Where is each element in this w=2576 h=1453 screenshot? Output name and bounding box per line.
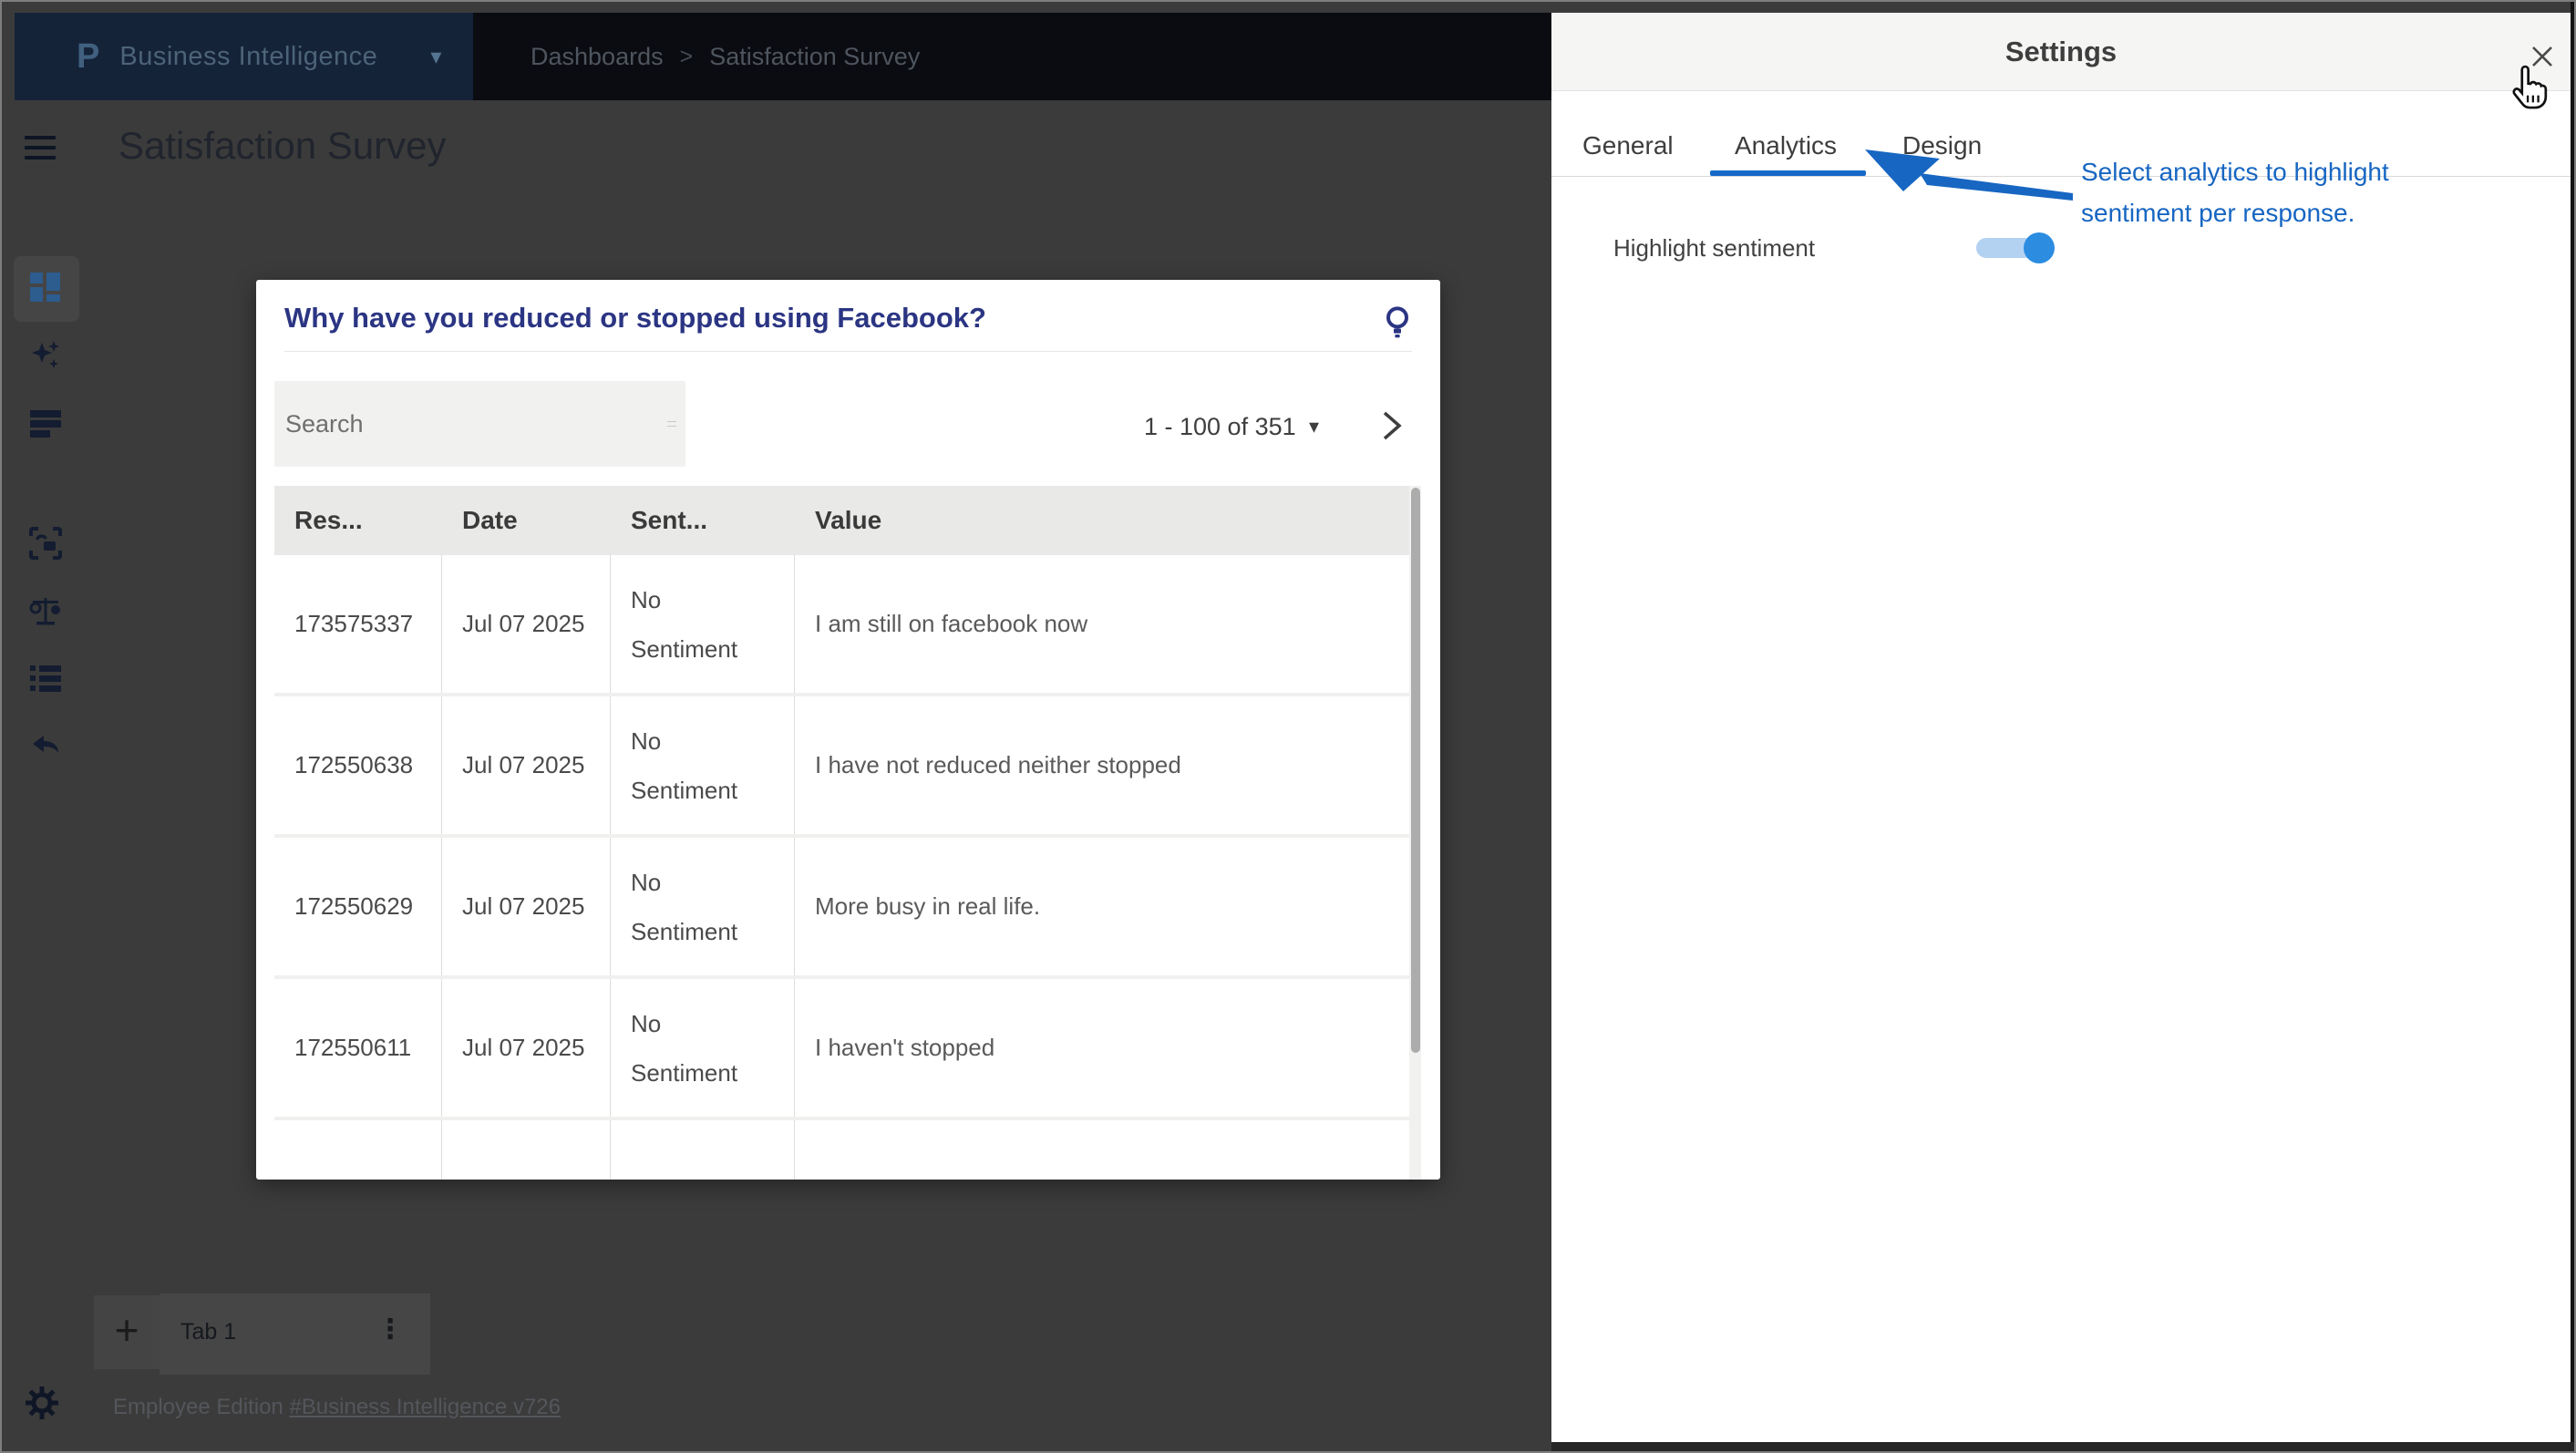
pagination-range: 1 - 100 of 351 <box>1144 411 1299 442</box>
breadcrumb-current: Satisfaction Survey <box>709 43 920 71</box>
pagination-caret-icon[interactable]: ▾ <box>1309 413 1319 440</box>
tab-analytics[interactable]: Analytics <box>1735 131 1837 160</box>
table-row[interactable]: 172550611 Jul 07 2025 NoSentiment I have… <box>274 979 1409 1120</box>
next-page-icon[interactable] <box>1377 406 1405 446</box>
toggle-knob[interactable] <box>2024 232 2055 263</box>
annotation-arrow-icon <box>1860 135 2087 217</box>
lightbulb-icon[interactable] <box>1383 305 1412 342</box>
scale-icon[interactable] <box>29 594 62 627</box>
cell-date: Jul 07 2025 <box>442 696 611 834</box>
page-title: Satisfaction Survey <box>118 124 447 168</box>
product-name: Business Intelligence <box>119 42 377 72</box>
widget-title: Why have you reduced or stopped using Fa… <box>284 302 1360 335</box>
scrollbar-thumb[interactable] <box>1411 488 1420 1053</box>
sparkles-icon[interactable] <box>29 339 62 372</box>
table-header-row: Res... Date Sent... Value <box>274 486 1409 555</box>
settings-title: Settings <box>1551 13 2571 91</box>
cell-value: I am still on facebook now <box>795 555 1409 693</box>
card-divider <box>284 351 1412 352</box>
breadcrumb-bar: Dashboards > Satisfaction Survey <box>473 13 1551 100</box>
menu-icon[interactable] <box>25 136 56 161</box>
cell-sentiment: NoSentiment <box>611 979 795 1117</box>
cell-value: I haven't stopped <box>795 979 1409 1117</box>
highlight-sentiment-toggle[interactable] <box>1976 238 2053 258</box>
cell-sentiment: NoSentiment <box>611 838 795 975</box>
table-scrollbar[interactable] <box>1409 486 1421 1180</box>
tab-1-label: Tab 1 <box>180 1319 236 1345</box>
cell-respondent: 172550629 <box>274 838 442 975</box>
window-edge <box>1551 1442 2576 1453</box>
table-row[interactable]: 172550629 Jul 07 2025 NoSentiment More b… <box>274 838 1409 979</box>
search-placeholder: Search <box>285 381 364 467</box>
close-icon[interactable] <box>2529 43 2556 70</box>
highlight-sentiment-label: Highlight sentiment <box>1613 232 1815 264</box>
edition-footer: Employee Edition #Business Intelligence … <box>113 1395 561 1420</box>
col-value[interactable]: Value <box>795 486 1409 555</box>
window-edge <box>2571 2 2576 1453</box>
cell-respondent: 173575337 <box>274 555 442 693</box>
cell-date: Jul 07 2025 <box>442 838 611 975</box>
table-row[interactable]: 172550638 Jul 07 2025 NoSentiment I have… <box>274 696 1409 838</box>
kebab-menu-icon[interactable]: ⋮ <box>376 1314 404 1345</box>
gear-icon[interactable] <box>26 1386 58 1419</box>
app-root: P Business Intelligence ▾ Dashboards > S… <box>0 0 2576 1453</box>
widget-card: Why have you reduced or stopped using Fa… <box>256 280 1440 1180</box>
cell-value: I have not reduced neither stopped <box>795 696 1409 834</box>
product-logo-icon: P <box>77 13 99 100</box>
cell-sentiment: NoSentiment <box>611 696 795 834</box>
resize-grip-icon <box>667 421 676 427</box>
settings-panel: Settings General Analytics Design Select… <box>1551 13 2571 1442</box>
cell-respondent: 172550611 <box>274 979 442 1117</box>
cell-date: Jul 07 2025 <box>442 979 611 1117</box>
cell-sentiment: NoSentiment <box>611 555 795 693</box>
undo-icon[interactable] <box>29 731 62 764</box>
breadcrumb-dashboards[interactable]: Dashboards <box>531 43 664 71</box>
cell-respondent: 172550638 <box>274 696 442 834</box>
responses-table: Res... Date Sent... Value 173575337 Jul … <box>274 486 1409 1180</box>
version-link[interactable]: #Business Intelligence v726 <box>289 1395 561 1419</box>
list-icon[interactable] <box>29 662 62 695</box>
cell-value: More busy in real life. <box>795 838 1409 975</box>
breadcrumb-separator-icon: > <box>680 44 694 70</box>
rows-icon[interactable] <box>29 407 62 439</box>
chevron-down-icon[interactable]: ▾ <box>430 44 441 70</box>
col-date[interactable]: Date <box>442 486 611 555</box>
add-tab-button[interactable]: + <box>94 1295 160 1369</box>
annotation-text: Select analytics to highlight sentiment … <box>2081 151 2389 233</box>
table-row-partial <box>274 1120 1409 1180</box>
cell-date: Jul 07 2025 <box>442 555 611 693</box>
col-respondent[interactable]: Res... <box>274 486 442 555</box>
edition-text: Employee Edition <box>113 1395 289 1419</box>
product-switcher[interactable]: P Business Intelligence ▾ <box>15 13 473 100</box>
table-row[interactable]: 173575337 Jul 07 2025 NoSentiment I am s… <box>274 555 1409 696</box>
tab-1[interactable]: Tab 1 ⋮ <box>160 1293 430 1375</box>
search-input[interactable]: Search <box>274 381 685 467</box>
dashboard-icon[interactable] <box>29 271 62 304</box>
tab-general[interactable]: General <box>1582 131 1674 160</box>
scan-icon[interactable] <box>29 527 62 560</box>
settings-header: Settings <box>1551 13 2571 91</box>
col-sentiment[interactable]: Sent... <box>611 486 795 555</box>
